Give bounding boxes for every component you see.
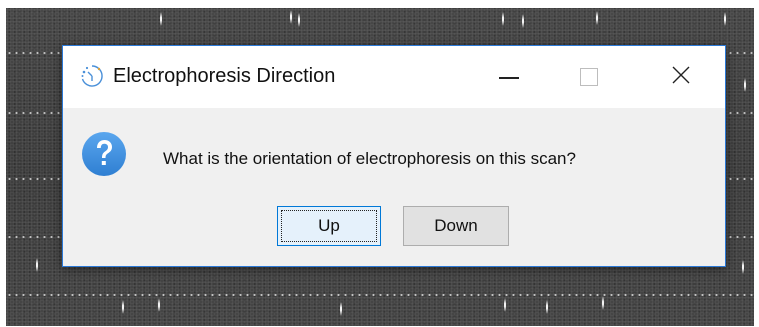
scan-spot	[290, 10, 292, 24]
close-icon	[671, 65, 691, 90]
scan-spot	[340, 302, 342, 316]
scan-band	[6, 294, 754, 296]
question-icon	[81, 131, 127, 177]
scan-spot	[742, 260, 744, 274]
scan-spot	[158, 298, 160, 312]
minimize-icon	[499, 77, 519, 79]
scan-spot	[504, 298, 506, 312]
dialog-message: What is the orientation of electrophores…	[163, 149, 576, 168]
scan-spot	[122, 300, 124, 314]
down-button[interactable]: Down	[403, 206, 509, 246]
scan-spot	[602, 296, 604, 310]
scan-spot	[298, 13, 300, 27]
spinner-icon	[79, 63, 105, 89]
electrophoresis-direction-dialog: Electrophoresis Direction What is the or…	[62, 45, 726, 267]
scan-spot	[36, 258, 38, 272]
maximize-button[interactable]	[559, 46, 619, 108]
dialog-titlebar[interactable]: Electrophoresis Direction	[63, 46, 725, 108]
scan-spot	[744, 78, 746, 92]
scan-spot	[502, 12, 504, 26]
maximize-icon	[580, 68, 598, 86]
minimize-button[interactable]	[479, 46, 539, 108]
dialog-title: Electrophoresis Direction	[113, 65, 336, 87]
up-button[interactable]: Up	[277, 206, 381, 246]
scan-spot	[160, 12, 162, 26]
scan-spot	[546, 300, 548, 314]
scan-spot	[522, 14, 524, 28]
scan-spot	[724, 12, 726, 26]
scan-spot	[596, 11, 598, 25]
close-button[interactable]	[651, 46, 711, 108]
